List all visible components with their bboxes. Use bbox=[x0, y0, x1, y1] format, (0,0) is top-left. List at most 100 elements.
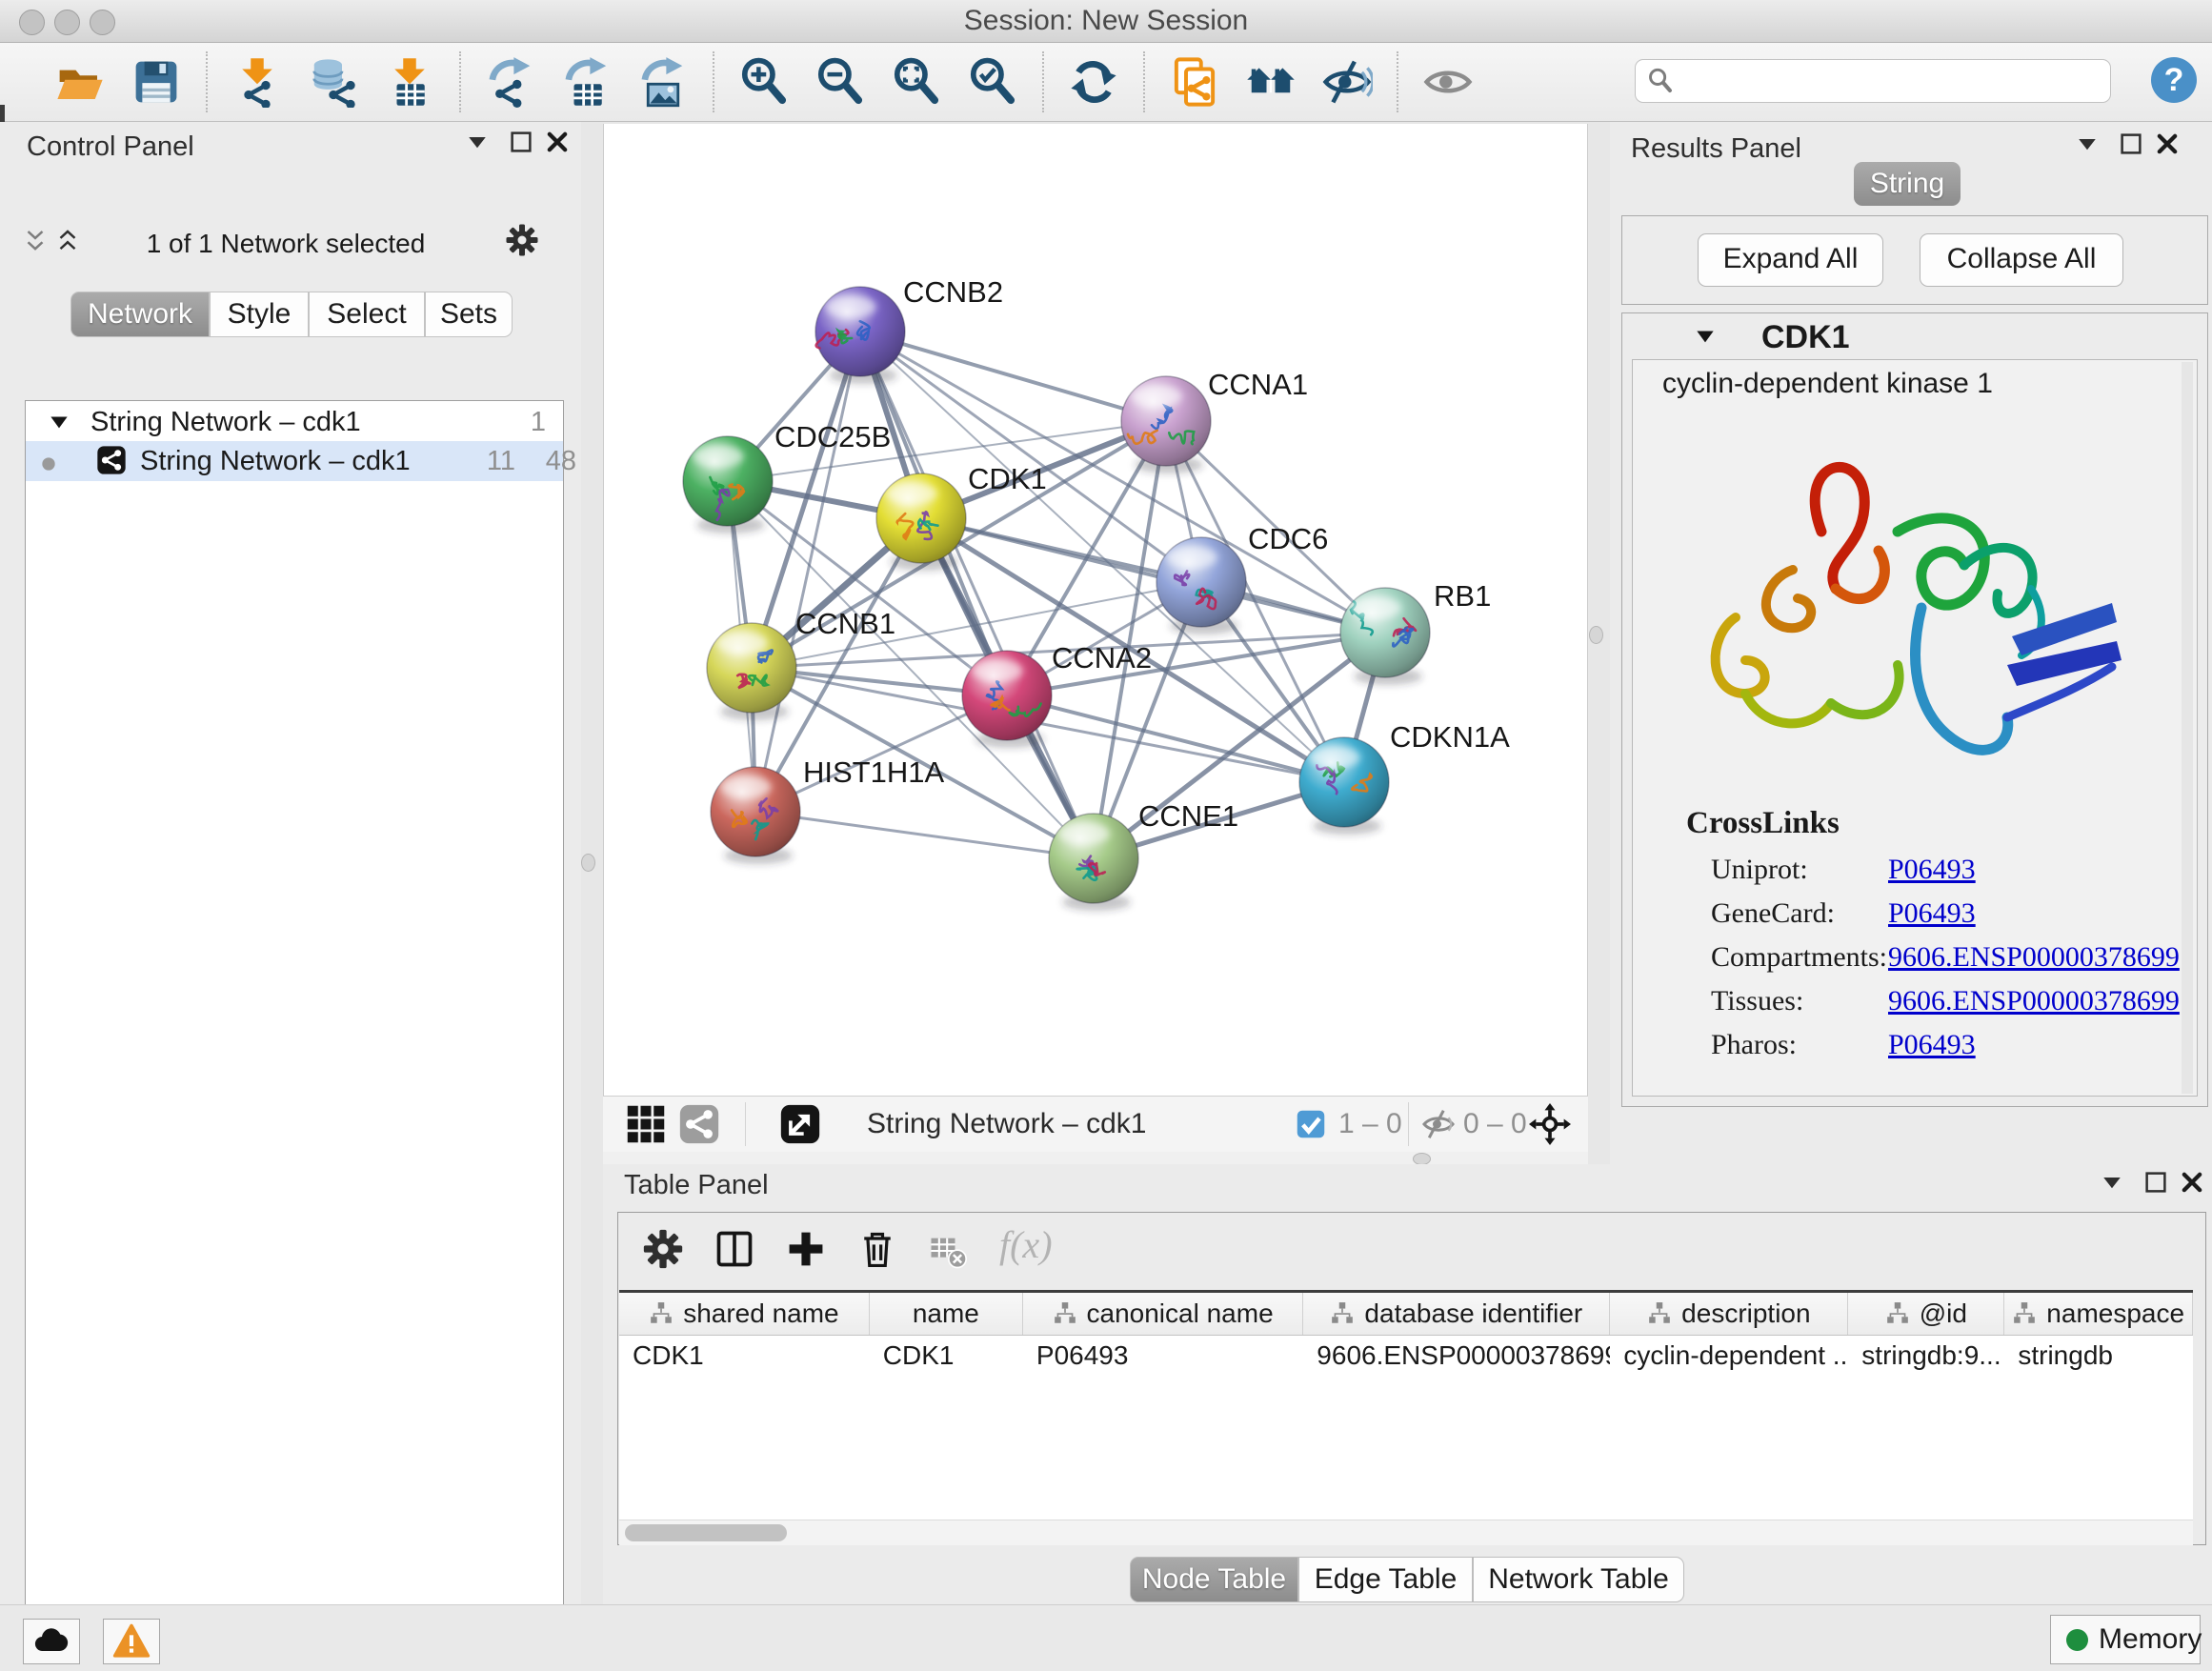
column-header[interactable]: namespace bbox=[2004, 1293, 2193, 1335]
network-node-CCNA2[interactable] bbox=[962, 651, 1052, 740]
gear-icon[interactable] bbox=[505, 223, 539, 257]
fit-selected-crosshair-icon[interactable] bbox=[1529, 1103, 1571, 1145]
table-cell[interactable]: P06493 bbox=[1023, 1336, 1303, 1376]
tab-sets[interactable]: Sets bbox=[425, 292, 513, 337]
column-header[interactable]: canonical name bbox=[1023, 1293, 1303, 1335]
panel-menu-icon[interactable] bbox=[2073, 130, 2101, 158]
save-session-icon[interactable] bbox=[131, 56, 182, 108]
panel-close-icon[interactable] bbox=[543, 128, 572, 156]
panel-float-icon[interactable] bbox=[507, 128, 535, 156]
table-cell[interactable]: 9606.ENSP00000378699 bbox=[1303, 1336, 1610, 1376]
share-icon[interactable] bbox=[678, 1103, 720, 1145]
expand-all-button[interactable]: Expand All bbox=[1698, 233, 1883, 287]
import-database-icon[interactable] bbox=[308, 56, 359, 108]
table-cell[interactable]: cyclin-dependent ... bbox=[1610, 1336, 1848, 1376]
horizontal-scrollbar[interactable] bbox=[619, 1520, 2193, 1545]
import-network-icon[interactable] bbox=[231, 56, 283, 108]
column-header[interactable]: description bbox=[1610, 1293, 1848, 1335]
network-node-CCNB1[interactable] bbox=[707, 623, 796, 713]
panel-menu-icon[interactable] bbox=[2098, 1168, 2126, 1197]
splitter-handle[interactable] bbox=[581, 854, 595, 872]
delete-column-icon[interactable] bbox=[856, 1228, 898, 1270]
search-input[interactable] bbox=[1681, 62, 2104, 100]
zoom-selected-icon[interactable] bbox=[967, 56, 1018, 108]
collapse-all-button[interactable]: Collapse All bbox=[1920, 233, 2123, 287]
hide-details-icon[interactable] bbox=[1321, 56, 1373, 108]
memory-button[interactable]: Memory bbox=[2050, 1615, 2201, 1664]
scrollbar-track[interactable] bbox=[2182, 362, 2193, 1094]
search-box[interactable] bbox=[1635, 59, 2111, 103]
table-cell[interactable]: CDK1 bbox=[870, 1336, 1023, 1376]
table-row[interactable]: CDK1CDK1P064939606.ENSP00000378699cyclin… bbox=[619, 1336, 2193, 1376]
crosslink-link[interactable]: P06493 bbox=[1888, 854, 1976, 886]
grid-icon[interactable] bbox=[625, 1103, 667, 1145]
warnings-button[interactable] bbox=[103, 1619, 160, 1664]
crosslink-link[interactable]: P06493 bbox=[1888, 897, 1976, 930]
export-table-icon[interactable] bbox=[561, 56, 613, 108]
network-node-CDC6[interactable] bbox=[1156, 537, 1246, 627]
tab-string[interactable]: String bbox=[1854, 162, 1961, 206]
export-network-icon[interactable] bbox=[485, 56, 536, 108]
apply-layout-icon[interactable] bbox=[1068, 56, 1119, 108]
splitter-handle[interactable] bbox=[1589, 626, 1603, 644]
table-cell[interactable]: CDK1 bbox=[619, 1336, 870, 1376]
tab-style[interactable]: Style bbox=[210, 292, 309, 337]
network-node-CCNE1[interactable] bbox=[1049, 814, 1138, 903]
panel-splitter[interactable] bbox=[603, 1152, 1588, 1164]
collapse-triangle-icon[interactable] bbox=[47, 411, 71, 435]
open-external-icon[interactable] bbox=[779, 1103, 821, 1145]
zoom-in-icon[interactable] bbox=[738, 56, 790, 108]
network-canvas[interactable]: CCNB2CCNA1CDC25BCDK1CDC6RB1CCNB1CCNA2CDK… bbox=[603, 124, 1588, 1096]
network-edge[interactable] bbox=[860, 332, 1166, 421]
network-node-CCNB2[interactable] bbox=[815, 287, 905, 376]
tab-network[interactable]: Network bbox=[70, 292, 210, 337]
gear-icon[interactable] bbox=[642, 1228, 684, 1270]
column-header[interactable]: @id bbox=[1848, 1293, 2004, 1335]
network-node-CDK1[interactable] bbox=[876, 473, 966, 563]
panel-menu-icon[interactable] bbox=[463, 128, 492, 156]
cloud-button[interactable] bbox=[23, 1619, 80, 1664]
panel-float-icon[interactable] bbox=[2142, 1168, 2170, 1197]
tab-network-table[interactable]: Network Table bbox=[1473, 1557, 1684, 1602]
import-table-icon[interactable] bbox=[384, 56, 435, 108]
chevrons-down-icon[interactable] bbox=[21, 227, 50, 255]
open-file-icon[interactable] bbox=[54, 56, 106, 108]
table-cell[interactable]: stringdb bbox=[2004, 1336, 2193, 1376]
zoom-out-icon[interactable] bbox=[814, 56, 866, 108]
help-button[interactable]: ? bbox=[2151, 57, 2197, 103]
function-builder-icon[interactable]: f(x) bbox=[999, 1222, 1053, 1267]
table-cell[interactable]: stringdb:9... bbox=[1848, 1336, 2004, 1376]
panel-float-icon[interactable] bbox=[2117, 130, 2145, 158]
network-node-RB1[interactable] bbox=[1340, 588, 1430, 677]
section-collapse-icon[interactable] bbox=[1693, 325, 1718, 350]
selected-checkbox-icon[interactable] bbox=[1294, 1107, 1328, 1141]
crosslink-link[interactable]: 9606.ENSP00000378699 bbox=[1888, 941, 2180, 974]
add-column-icon[interactable] bbox=[785, 1228, 827, 1270]
crosslink-link[interactable]: 9606.ENSP00000378699 bbox=[1888, 985, 2180, 1017]
network-collection-row[interactable]: String Network – cdk1 1 bbox=[26, 405, 563, 441]
delete-table-icon[interactable] bbox=[929, 1232, 967, 1270]
panel-close-icon[interactable] bbox=[2153, 130, 2182, 158]
tab-select[interactable]: Select bbox=[309, 292, 425, 337]
panel-close-icon[interactable] bbox=[2178, 1168, 2206, 1197]
column-header[interactable]: name bbox=[870, 1293, 1023, 1335]
zoom-fit-icon[interactable] bbox=[891, 56, 942, 108]
show-details-icon[interactable] bbox=[1422, 56, 1474, 108]
column-header[interactable]: shared name bbox=[619, 1293, 870, 1335]
crosslink-link[interactable]: P06493 bbox=[1888, 1029, 1976, 1061]
network-node-CCNA1[interactable] bbox=[1121, 376, 1211, 466]
network-node-CDKN1A[interactable] bbox=[1299, 737, 1389, 827]
two-houses-icon[interactable] bbox=[1245, 56, 1297, 108]
chevrons-up-icon[interactable] bbox=[53, 227, 82, 255]
network-row-selected[interactable]: String Network – cdk1 11 48 bbox=[26, 441, 563, 481]
scrollbar-thumb[interactable] bbox=[625, 1524, 787, 1541]
hidden-eye-slash-icon[interactable] bbox=[1421, 1107, 1456, 1141]
tab-node-table[interactable]: Node Table bbox=[1130, 1557, 1298, 1602]
node-table[interactable]: shared namenamecanonical namedatabase id… bbox=[619, 1290, 2193, 1521]
network-node-HIST1H1A[interactable] bbox=[711, 767, 800, 856]
tab-edge-table[interactable]: Edge Table bbox=[1298, 1557, 1473, 1602]
network-node-CDC25B[interactable] bbox=[683, 436, 773, 526]
show-columns-icon[interactable] bbox=[714, 1228, 755, 1270]
export-image-icon[interactable] bbox=[637, 56, 689, 108]
column-header[interactable]: database identifier bbox=[1303, 1293, 1610, 1335]
